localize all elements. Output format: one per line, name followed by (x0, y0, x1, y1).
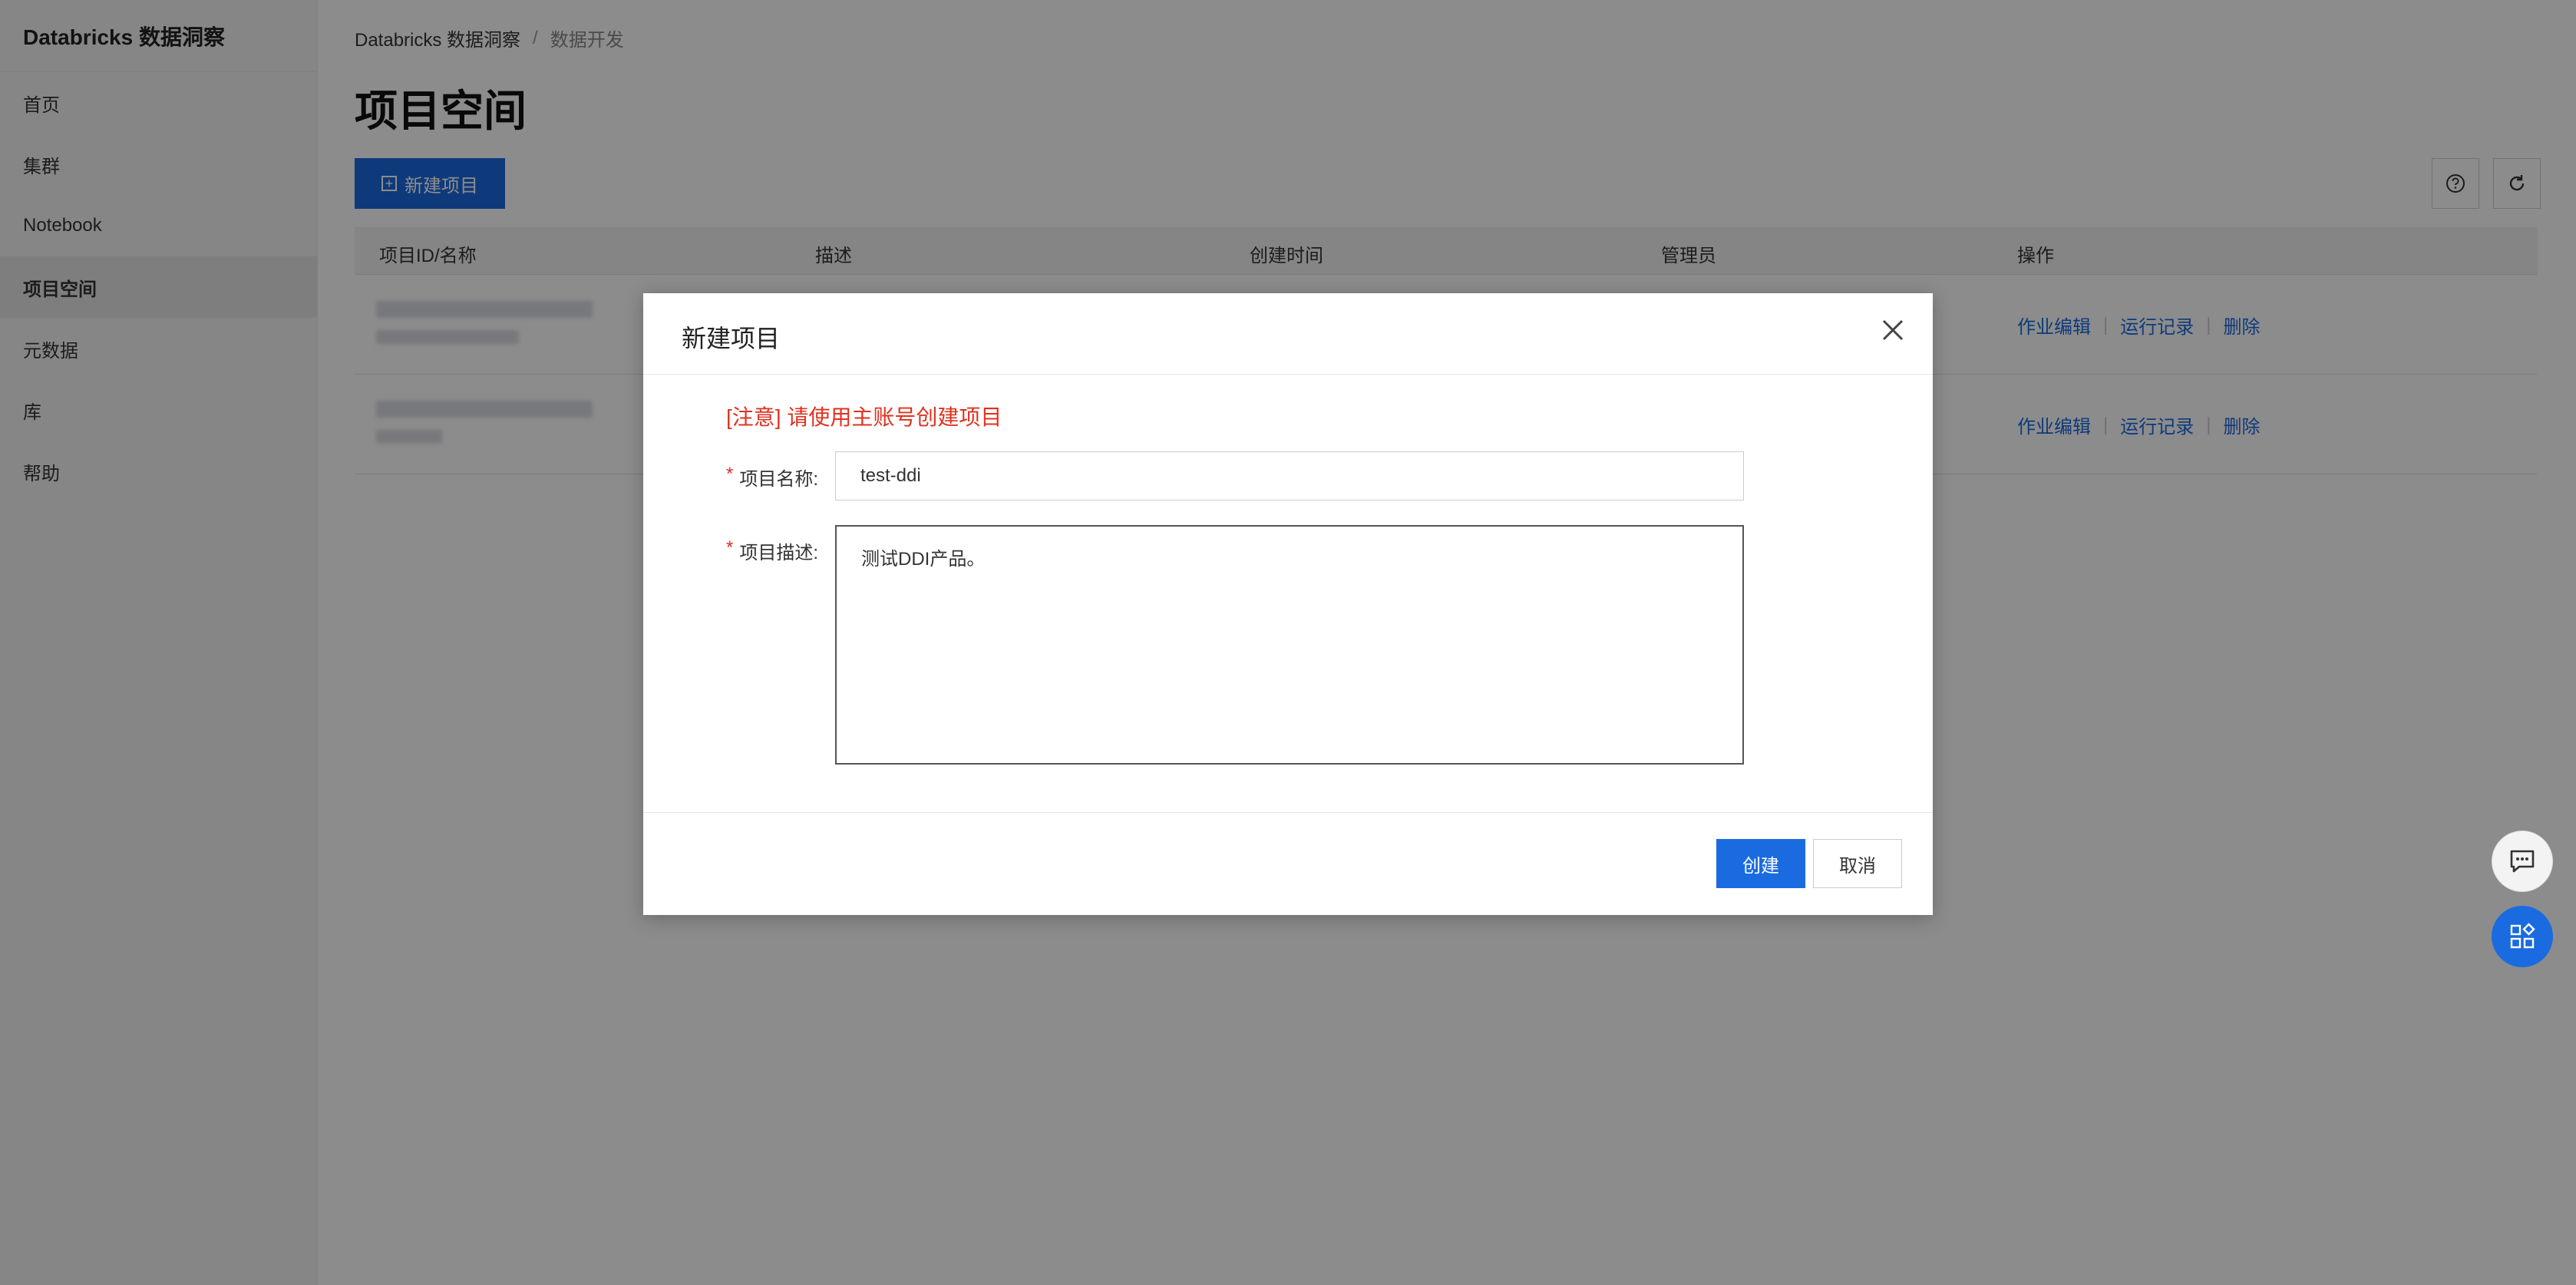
project-name-label-text: 项目名称: (739, 469, 819, 490)
required-mark: * (726, 464, 734, 484)
new-project-dialog: 新建项目 [注意] 请使用主账号创建项目 * 项目名称: * 项目描述: 测试D… (643, 293, 1933, 915)
chat-bubble-icon (2510, 850, 2535, 873)
project-name-label: * 项目名称: (726, 464, 818, 491)
project-description-input[interactable]: 测试DDI产品。 (835, 525, 1744, 765)
project-description-label-text: 项目描述: (739, 543, 819, 563)
apps-float-button[interactable] (2492, 906, 2553, 967)
chat-float-button[interactable] (2492, 831, 2553, 892)
dialog-close-button[interactable] (1876, 313, 1910, 347)
dialog-title: 新建项目 (682, 325, 781, 352)
dialog-notice: [注意] 请使用主账号创建项目 (726, 405, 1002, 429)
required-mark: * (726, 537, 734, 558)
close-icon (1882, 319, 1904, 341)
cancel-button[interactable]: 取消 (1813, 839, 1902, 888)
apps-grid-icon (2510, 923, 2535, 949)
project-description-label: * 项目描述: (726, 537, 818, 564)
project-name-input[interactable] (835, 451, 1744, 500)
dialog-header: 新建项目 (643, 293, 1933, 375)
dialog-footer: 创建 取消 (643, 812, 1933, 915)
create-button[interactable]: 创建 (1716, 839, 1805, 888)
